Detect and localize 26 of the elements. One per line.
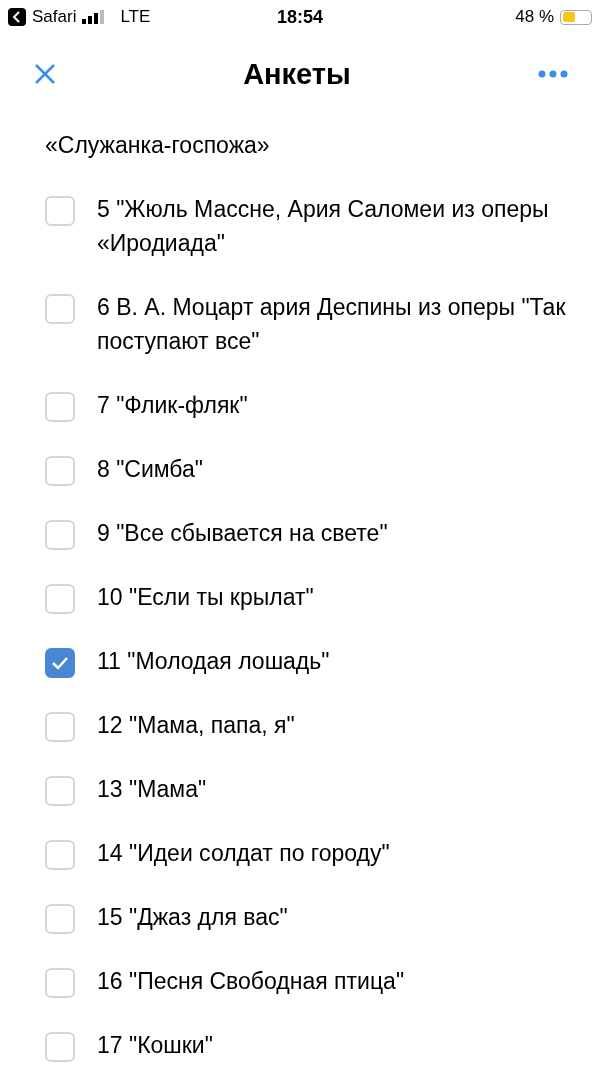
battery-icon	[560, 9, 592, 25]
option-label[interactable]: 13 "Мама"	[97, 772, 570, 806]
close-icon[interactable]	[34, 63, 56, 85]
option-label[interactable]: 12 "Мама, папа, я"	[97, 708, 570, 742]
option-label[interactable]: 9 "Все сбывается на свете"	[97, 516, 570, 550]
checkbox[interactable]	[45, 648, 75, 678]
option-label[interactable]: 6 В. А. Моцарт ария Деспины из оперы "Так поступают все"	[97, 290, 570, 358]
option-label[interactable]: 11 "Молодая лошадь"	[97, 644, 570, 678]
option-label[interactable]: 8 "Симба"	[97, 452, 570, 486]
option-label[interactable]: 10 "Если ты крылат"	[97, 580, 570, 614]
back-app-label[interactable]: Safari	[32, 7, 77, 27]
option-label[interactable]: 14 "Идеи солдат по городу"	[97, 836, 570, 870]
option-label[interactable]: 17 "Кошки"	[97, 1028, 570, 1062]
option-label[interactable]: 7 "Флик-фляк"	[97, 388, 570, 422]
clock: 18:54	[276, 6, 323, 27]
option-label-continued: «Служанка-госпожа»	[45, 132, 270, 158]
option-label[interactable]: 5 "Жюль Массне, Ария Саломеи из оперы «Иродиада"	[97, 192, 570, 260]
option-label[interactable]: 15 "Джаз для вас"	[97, 900, 570, 934]
more-icon[interactable]	[538, 70, 568, 78]
check-icon	[51, 656, 69, 670]
back-icon[interactable]	[8, 8, 26, 26]
page-title: Анкеты	[243, 57, 351, 91]
signal-icon	[82, 10, 105, 24]
network-label: LTE	[120, 7, 151, 27]
battery-percent: 48 %	[515, 7, 554, 27]
option-label[interactable]: 16 "Песня Свободная птица"	[97, 964, 570, 998]
